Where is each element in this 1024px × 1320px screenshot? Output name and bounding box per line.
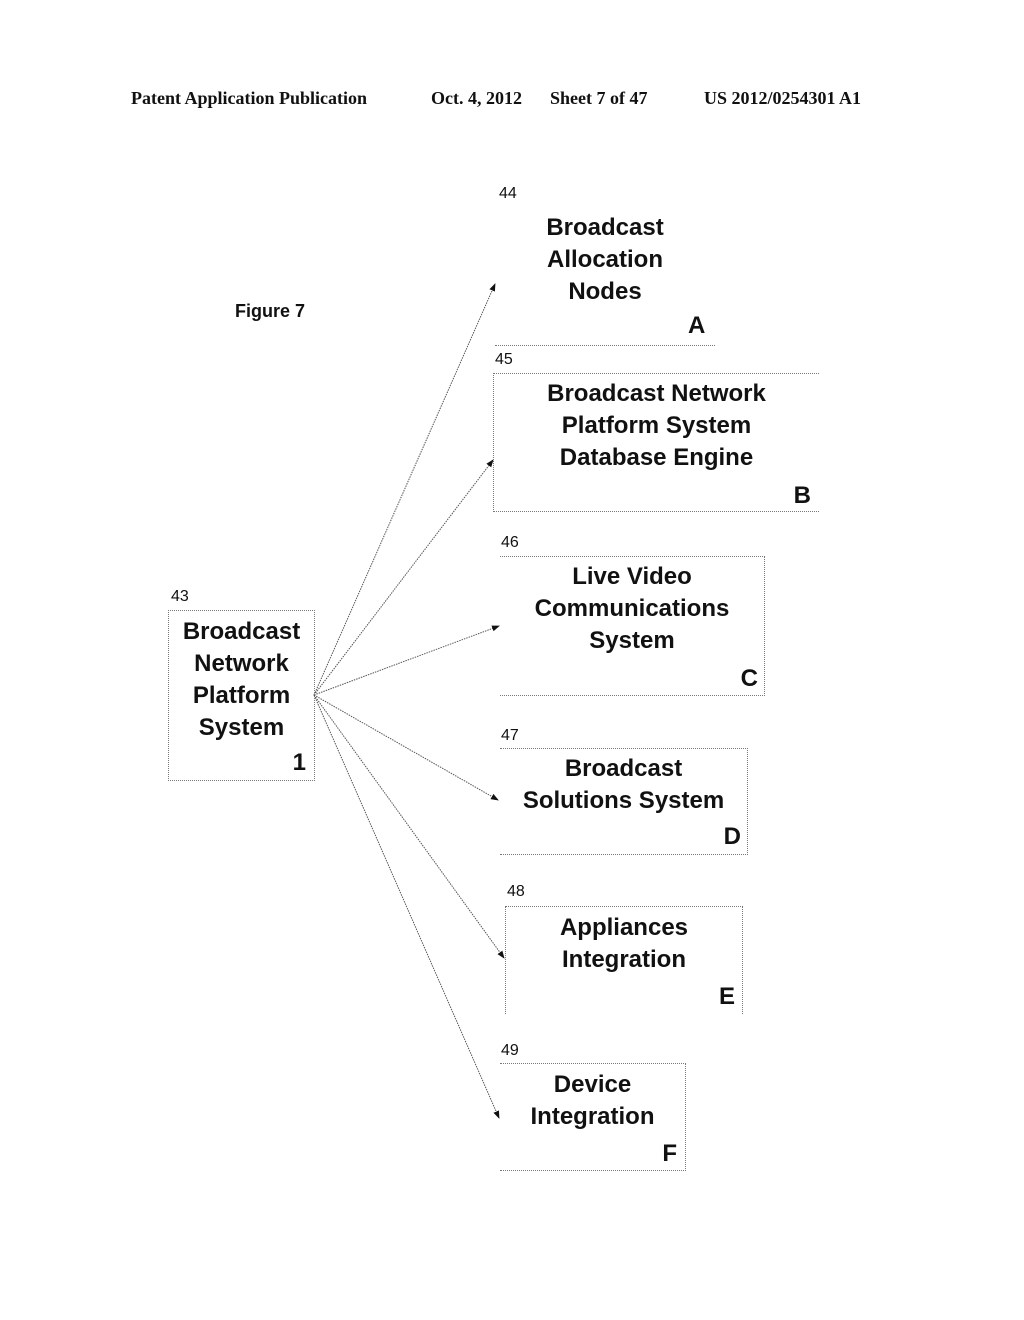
patent-header: Patent Application Publication Oct. 4, 2…	[0, 88, 1024, 112]
node-a-box: Broadcast Allocation Nodes A	[495, 210, 715, 346]
node-b-box: Broadcast Network Platform System Databa…	[493, 373, 819, 512]
node-a-ref: 44	[499, 185, 517, 202]
node-b-letter: B	[793, 482, 811, 509]
node-f-title: Device Integration	[530, 1071, 655, 1130]
node-c-ref: 46	[501, 534, 519, 551]
node-d-title: Broadcast Solutions System	[522, 755, 725, 814]
node-d-ref: 47	[501, 727, 519, 744]
publication-date: Oct. 4, 2012	[431, 88, 522, 108]
patent-number: US 2012/0254301 A1	[704, 88, 862, 108]
node-b-title: Broadcast Network Platform System Databa…	[547, 380, 766, 471]
node-e-letter: E	[718, 983, 735, 1010]
node-a-letter: A	[688, 312, 706, 339]
node-c-title: Live Video Communications System	[534, 563, 730, 654]
arrow-1-to-e	[313, 694, 505, 959]
node-e-box: Appliances Integration E	[505, 906, 743, 1014]
arrow-1-to-b	[313, 459, 494, 696]
node-d-box: Broadcast Solutions System D	[500, 748, 748, 855]
node-c-letter: C	[740, 665, 758, 692]
arrow-1-to-d	[313, 694, 499, 801]
node-e-ref: 48	[507, 883, 525, 900]
arrow-1-to-c	[313, 625, 500, 696]
node-f-ref: 49	[501, 1042, 519, 1059]
source-node-title: Broadcast Network Platform System	[182, 618, 301, 741]
arrow-1-to-a	[313, 283, 496, 696]
node-e-title: Appliances Integration	[559, 914, 689, 973]
publication-label: Patent Application Publication	[131, 88, 368, 108]
node-b-ref: 45	[495, 351, 513, 368]
node-f-box: Device Integration F	[500, 1063, 686, 1171]
node-c-box: Live Video Communications System C	[500, 556, 765, 696]
node-d-letter: D	[723, 823, 741, 850]
figure-label: Figure 7	[235, 301, 306, 321]
sheet-number: Sheet 7 of 47	[550, 88, 648, 108]
source-node-box: Broadcast Network Platform System 1	[168, 610, 315, 781]
source-node-letter: 1	[292, 749, 306, 776]
arrow-1-to-f	[313, 694, 500, 1119]
node-f-letter: F	[662, 1140, 677, 1167]
node-a-title: Broadcast Allocation Nodes	[546, 214, 664, 305]
source-node-ref: 43	[171, 588, 189, 605]
